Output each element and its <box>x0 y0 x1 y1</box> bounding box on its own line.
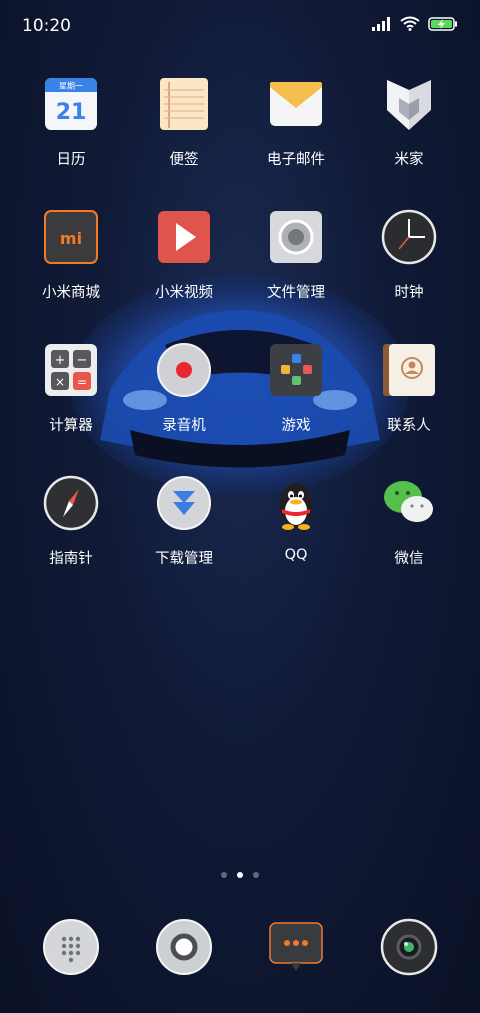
battery-charging-icon <box>428 16 457 31</box>
dock-camera[interactable] <box>354 918 464 980</box>
status-time: 10:20 <box>22 16 71 36</box>
dock-phone[interactable] <box>16 918 126 980</box>
app-label: 微信 <box>394 551 424 567</box>
app-mi-video[interactable]: 小米视频 <box>129 209 239 302</box>
app-label: 下载管理 <box>155 551 213 567</box>
app-label: QQ <box>284 547 308 563</box>
app-games[interactable]: 游戏 <box>241 342 351 435</box>
app-notes[interactable]: 便签 <box>129 76 239 169</box>
app-mijia[interactable]: 米家 <box>354 76 464 169</box>
compass-icon <box>43 475 99 531</box>
mi-store-icon: mi <box>44 210 98 264</box>
app-label: 小米商城 <box>42 285 100 301</box>
signal-icon <box>372 16 390 31</box>
phone-dialer-icon <box>43 919 99 975</box>
svg-text:=: = <box>77 375 87 389</box>
browser-icon <box>156 919 212 975</box>
app-recorder[interactable]: 录音机 <box>129 342 239 435</box>
contacts-icon <box>383 344 435 396</box>
app-label: 指南针 <box>49 551 93 567</box>
app-file-manager[interactable]: 文件管理 <box>241 209 351 302</box>
app-calculator[interactable]: + − × = 计算器 <box>16 342 126 435</box>
page-dot[interactable] <box>253 872 259 878</box>
app-downloads[interactable]: 下载管理 <box>129 475 239 568</box>
app-label: 米家 <box>394 152 424 168</box>
app-label: 录音机 <box>162 418 206 434</box>
app-label: 小米视频 <box>155 285 213 301</box>
app-wechat[interactable]: 微信 <box>354 475 464 568</box>
app-label: 联系人 <box>387 418 431 434</box>
video-play-icon <box>158 211 210 263</box>
app-email[interactable]: 电子邮件 <box>241 76 351 169</box>
status-bar: 10:20 <box>0 0 480 52</box>
calculator-icon: + − × = <box>45 344 97 396</box>
dock-messages[interactable] <box>241 918 351 980</box>
app-calendar[interactable]: 星期一 21 日历 <box>16 76 126 169</box>
svg-text:×: × <box>55 375 65 389</box>
email-icon <box>270 82 322 126</box>
dock-browser[interactable] <box>129 918 239 980</box>
app-label: 时钟 <box>394 285 424 301</box>
app-qq[interactable]: QQ <box>241 475 351 563</box>
app-label: 日历 <box>56 152 86 168</box>
notes-icon <box>160 78 208 130</box>
app-compass[interactable]: 指南针 <box>16 475 126 568</box>
qq-penguin-icon <box>280 483 312 530</box>
camera-icon <box>380 918 438 976</box>
games-icon <box>270 344 322 396</box>
svg-text:−: − <box>77 353 88 368</box>
calendar-icon: 星期一 21 <box>45 78 97 130</box>
page-indicator <box>0 872 480 878</box>
svg-text:21: 21 <box>56 100 87 125</box>
wifi-icon <box>400 16 420 31</box>
app-label: 游戏 <box>281 418 311 434</box>
messages-icon <box>269 922 323 971</box>
wechat-icon <box>384 481 433 522</box>
app-label: 电子邮件 <box>267 152 325 168</box>
recorder-icon <box>157 343 211 397</box>
page-dot-active[interactable] <box>237 872 243 878</box>
mijia-icon <box>387 80 431 130</box>
svg-text:+: + <box>55 353 66 368</box>
downloads-icon <box>157 476 211 530</box>
app-clock[interactable]: 时钟 <box>354 209 464 302</box>
app-mi-store[interactable]: mi 小米商城 <box>16 209 126 302</box>
app-label: 文件管理 <box>267 285 325 301</box>
app-label: 便签 <box>169 152 199 168</box>
page-dot[interactable] <box>221 872 227 878</box>
svg-text:mi: mi <box>60 229 82 248</box>
app-contacts[interactable]: 联系人 <box>354 342 464 435</box>
app-label: 计算器 <box>49 418 93 434</box>
file-manager-icon <box>270 211 322 263</box>
svg-text:星期一: 星期一 <box>59 82 83 91</box>
clock-icon <box>381 209 437 265</box>
